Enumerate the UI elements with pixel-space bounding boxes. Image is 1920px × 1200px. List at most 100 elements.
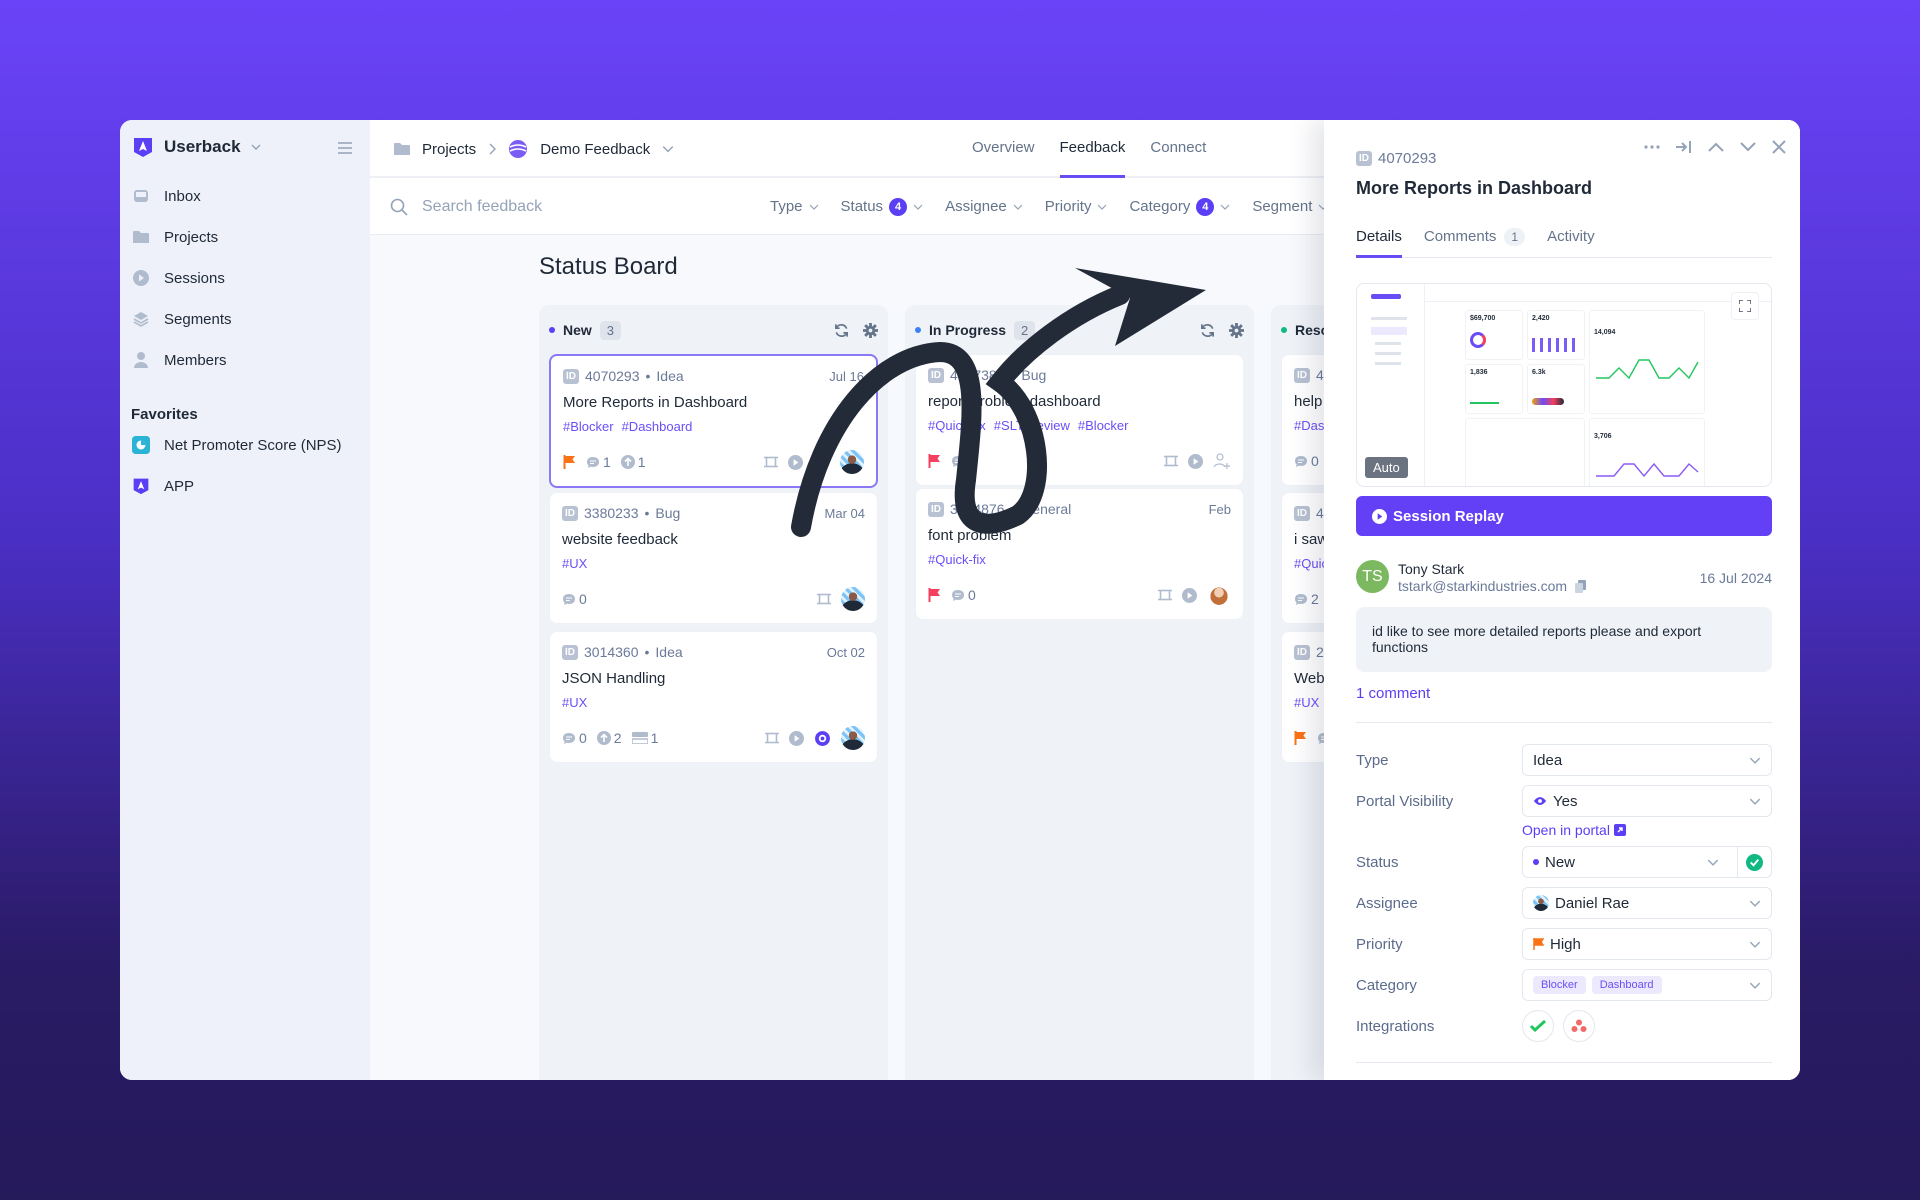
breadcrumb-projects[interactable]: Projects <box>422 141 476 158</box>
card-date: Oct 02 <box>826 644 865 660</box>
userback-logo-icon <box>134 138 152 157</box>
screenshot-preview[interactable]: $69,700 2,420 14,094 1,836 6.3k 3,706 Au… <box>1356 283 1772 487</box>
tab-comments[interactable]: Comments 1 <box>1424 218 1526 258</box>
category-select[interactable]: Blocker Dashboard <box>1522 969 1772 1001</box>
filter-status[interactable]: Status 4 <box>841 197 924 216</box>
tag[interactable]: #SLT Review <box>994 418 1070 433</box>
open-in-portal-link[interactable]: Open in portal <box>1522 822 1626 838</box>
feedback-card[interactable]: ID 3334876 • General Feb font problem #Quick… <box>915 488 1244 620</box>
refresh-icon[interactable] <box>834 323 849 338</box>
filter-label: Priority <box>1044 198 1092 215</box>
feedback-card[interactable]: ID 3380233 • Bug Mar 04 website feedback #UX… <box>549 492 878 624</box>
favorite-app[interactable]: APP <box>132 473 194 499</box>
sidebar-item-projects[interactable]: Projects <box>132 224 218 250</box>
feedback-card[interactable]: ID 3014360 • Idea Oct 02 JSON Handling #UX 0… <box>549 631 878 763</box>
assignee-avatar[interactable] <box>840 450 864 474</box>
filter-assignee[interactable]: Assignee <box>945 198 1023 215</box>
replay-icon[interactable] <box>1188 453 1203 469</box>
session-replay-button[interactable]: Session Replay <box>1356 496 1772 536</box>
portal-visibility-select[interactable]: Yes <box>1522 785 1772 817</box>
breadcrumb-project[interactable]: Demo Feedback <box>540 141 650 158</box>
chevron-down-icon <box>1749 798 1761 805</box>
filter-type[interactable]: Type <box>770 198 819 215</box>
type-select[interactable]: Idea <box>1522 744 1772 776</box>
tag[interactable]: #Quick-fix <box>928 552 986 567</box>
menu-icon[interactable] <box>338 142 352 154</box>
board-column-in-progress: In Progress 2 ID 4037381 • Bug report proble… <box>905 305 1254 1080</box>
tag[interactable]: #UX <box>562 556 587 571</box>
status-select[interactable]: New <box>1522 846 1772 878</box>
priority-select[interactable]: High <box>1522 928 1772 960</box>
assignee-avatar[interactable] <box>841 587 865 611</box>
asana-icon[interactable] <box>1563 1010 1595 1042</box>
filter-priority[interactable]: Priority <box>1045 198 1108 215</box>
close-icon[interactable] <box>1772 140 1786 154</box>
status-dot <box>549 327 555 333</box>
feedback-card[interactable]: ID 4037381 • Bug report problem dashboard #… <box>915 354 1244 486</box>
eye-icon <box>815 730 830 746</box>
screenshot-icon[interactable] <box>764 455 778 469</box>
check-integration-icon[interactable] <box>1522 1010 1554 1042</box>
tag[interactable]: #UX <box>1294 695 1319 710</box>
reporter: TS Tony Stark tstark@starkindustries.com… <box>1356 560 1772 596</box>
tab-activity[interactable]: Activity <box>1547 218 1595 258</box>
type-value: Idea <box>1533 751 1563 769</box>
assignee-select[interactable]: Daniel Rae <box>1522 887 1772 919</box>
tab-feedback[interactable]: Feedback <box>1059 120 1126 178</box>
replay-icon[interactable] <box>788 454 803 470</box>
feedback-card[interactable]: ID 4070293 • Idea Jul 16 More Reports in Das… <box>549 354 878 488</box>
comments-link[interactable]: 1 comment <box>1356 685 1430 702</box>
tab-details[interactable]: Details <box>1356 218 1402 258</box>
replay-icon[interactable] <box>1182 587 1197 603</box>
chevron-up-icon[interactable] <box>1708 142 1724 152</box>
dock-panel-icon[interactable] <box>1676 140 1692 154</box>
sidebar-item-label: Sessions <box>164 269 225 287</box>
status-value: New <box>1545 853 1576 871</box>
fullscreen-button[interactable] <box>1731 292 1759 320</box>
tag[interactable]: #Blocker <box>1078 418 1129 433</box>
refresh-icon[interactable] <box>1200 323 1215 338</box>
filter-category[interactable]: Category 4 <box>1129 197 1230 216</box>
workspace-switcher[interactable]: Userback <box>132 136 261 158</box>
comments-count: 0 <box>1294 453 1319 469</box>
tag[interactable]: #Quick-fix <box>928 418 986 433</box>
sidebar-item-inbox[interactable]: Inbox <box>132 183 201 209</box>
more-icon[interactable] <box>1644 145 1660 149</box>
status-dot <box>1281 327 1287 333</box>
tag[interactable]: #Dashboard <box>622 419 693 434</box>
tab-connect[interactable]: Connect <box>1150 120 1206 178</box>
resolve-button[interactable] <box>1737 847 1771 877</box>
assignee-avatar[interactable] <box>1207 583 1231 607</box>
search-input[interactable] <box>422 197 722 216</box>
card-title: website feedback <box>562 531 678 548</box>
screenshot-icon[interactable] <box>817 592 831 606</box>
gear-icon[interactable] <box>863 322 878 338</box>
filter-label: Assignee <box>945 198 1007 215</box>
priority-flag-icon <box>1294 731 1306 745</box>
chevron-down-icon <box>913 204 923 210</box>
card-tags: #Quick-fix #SLT Review #Blocker <box>928 418 1231 433</box>
flag-icon <box>1533 938 1544 950</box>
tab-overview[interactable]: Overview <box>972 120 1035 178</box>
tag[interactable]: #Blocker <box>563 419 614 434</box>
copy-icon[interactable] <box>1575 579 1587 593</box>
tag[interactable]: #UX <box>562 695 587 710</box>
replay-icon[interactable] <box>789 730 804 746</box>
play-circle-icon <box>132 269 150 287</box>
sidebar-item-members[interactable]: Members <box>132 347 227 373</box>
assignee-avatar[interactable] <box>841 726 865 750</box>
screenshot-icon[interactable] <box>1158 588 1172 602</box>
sidebar-item-sessions[interactable]: Sessions <box>132 265 225 291</box>
add-assignee-icon[interactable] <box>1213 452 1231 470</box>
card-footer: 11 <box>563 450 864 474</box>
favorite-nps[interactable]: Net Promoter Score (NPS) <box>132 432 342 458</box>
screenshot-icon[interactable] <box>765 731 779 745</box>
chevron-down-icon[interactable] <box>662 145 674 153</box>
screenshot-icon[interactable] <box>1164 454 1178 468</box>
gear-icon[interactable] <box>1229 322 1244 338</box>
filter-label: Segment <box>1252 198 1313 215</box>
chevron-down-icon[interactable] <box>1740 142 1756 152</box>
card-id: 3014360 <box>584 644 639 660</box>
sidebar-item-segments[interactable]: Segments <box>132 306 232 332</box>
filter-segment[interactable]: Segment <box>1252 198 1328 215</box>
